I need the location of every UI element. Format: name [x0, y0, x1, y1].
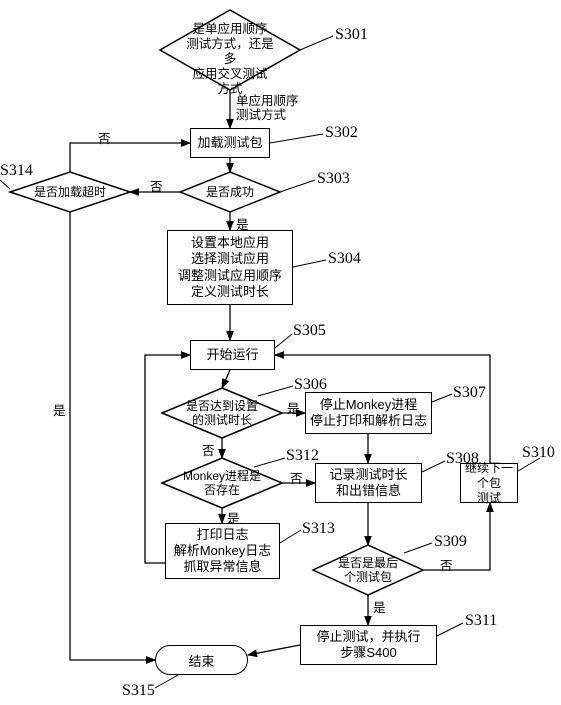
label-s308: S308	[446, 450, 479, 468]
edge-s306-no: 否	[202, 440, 215, 459]
label-s310: S310	[522, 444, 555, 462]
s306-text: 是否达到设置的测试时长	[180, 400, 264, 428]
label-s304: S304	[328, 250, 361, 268]
edge-s306-yes: 是	[287, 398, 300, 417]
s307-box: 停止Monkey进程 停止打印和解析日志	[305, 392, 432, 434]
edge-s312-no: 否	[290, 468, 303, 487]
edge-s314-yes: 是	[53, 400, 66, 419]
s309-text: 是否是最后个测试包	[332, 557, 404, 585]
s313-box: 打印日志 解析Monkey日志 抓取异常信息	[165, 523, 280, 579]
edge-s309-yes: 是	[373, 597, 386, 616]
s312-text: Monkey进程是否存在	[180, 470, 264, 498]
label-s306: S306	[294, 376, 327, 394]
edge-s314-no: 否	[98, 128, 111, 147]
edge-s312-yes: 是	[227, 508, 240, 527]
label-s309: S309	[434, 533, 467, 551]
label-s313: S313	[302, 520, 335, 538]
label-s314: S314	[0, 162, 33, 180]
s314-text: 是否加载超时	[27, 186, 113, 200]
edge-s309-no: 否	[440, 555, 453, 574]
label-s307: S307	[453, 384, 486, 402]
s311-box: 停止测试，并执行 步骤S400	[300, 625, 437, 665]
label-s311: S311	[465, 612, 497, 630]
s305-box: 开始运行	[190, 340, 275, 370]
edge-single-mode: 单应用顺序测试方式	[236, 94, 299, 123]
label-s302: S302	[325, 124, 358, 142]
s304-box: 设置本地应用 选择测试应用 调整测试应用顺序 定义测试时长	[167, 230, 293, 305]
edge-s303-no: 否	[150, 176, 163, 195]
edge-s303-yes: 是	[236, 214, 249, 233]
s308-box: 记录测试时长 和出错信息	[315, 463, 422, 503]
label-s312: S312	[286, 447, 319, 465]
label-s303: S303	[317, 170, 350, 188]
label-s315: S315	[122, 682, 155, 700]
s301-text: 是单应用顺序测试方式，还是多应用交叉测试方式	[182, 22, 278, 97]
label-s301: S301	[335, 26, 368, 44]
s302-box: 加载测试包	[190, 128, 270, 158]
s310-box: 继续下一个包 测试	[460, 463, 518, 503]
s303-text: 是否成功	[200, 186, 260, 200]
label-s305: S305	[293, 322, 326, 340]
s315-terminator: 结束	[155, 645, 248, 675]
